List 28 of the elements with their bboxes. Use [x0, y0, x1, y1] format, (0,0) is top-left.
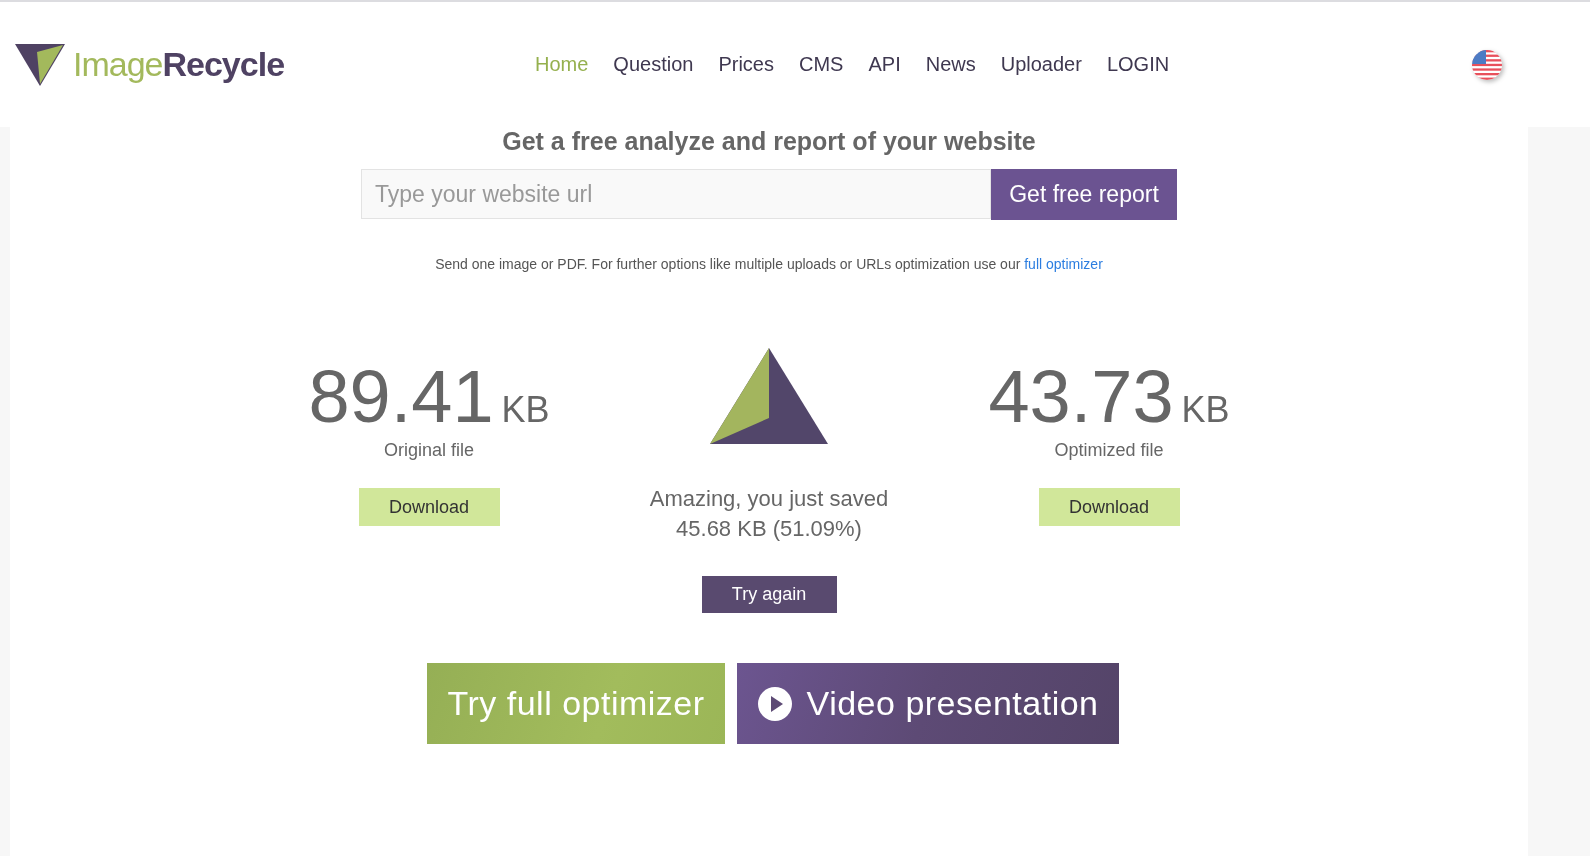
nav-link[interactable]: News — [925, 53, 976, 76]
nav-link[interactable]: API — [868, 53, 901, 76]
info-text: Send one image or PDF. For further options like multiple uploads or URLs optimization use our full optimizer — [435, 256, 1103, 272]
saved-text: Amazing, you just saved 45.68 KB (51.09%) — [649, 485, 889, 543]
download-button[interactable]: Download — [358, 488, 500, 526]
file-label: Optimized file — [1054, 440, 1164, 461]
file-size: 89.41 — [308, 362, 494, 432]
file-size: 43.73 — [988, 362, 1174, 432]
nav-link[interactable]: Uploader — [1000, 53, 1082, 76]
size-unit: KB — [501, 389, 550, 431]
triangle-logo-icon — [710, 348, 828, 444]
nav-link[interactable]: CMS — [799, 53, 844, 76]
logo-text: ImageRecycle — [73, 45, 285, 84]
get-report-button[interactable]: Get free report — [991, 169, 1177, 220]
logo-icon — [15, 43, 65, 86]
size-unit: KB — [1181, 389, 1230, 431]
nav-link[interactable]: Prices — [718, 53, 774, 76]
full-optimizer-link[interactable]: full optimizer — [1024, 256, 1103, 272]
report-title: Get a free analyze and report of your website — [502, 127, 1036, 156]
play-icon — [756, 685, 793, 722]
nav-link[interactable]: LOGIN — [1106, 53, 1170, 76]
video-button[interactable]: Video presentation — [736, 663, 1119, 744]
url-input[interactable]: Type your website url — [361, 169, 991, 219]
nav-link[interactable]: Question — [613, 53, 694, 76]
flag-icon[interactable] — [1472, 49, 1502, 80]
download-button[interactable]: Download — [1038, 488, 1180, 526]
try-again-button[interactable]: Try again — [701, 576, 837, 613]
file-label: Original file — [383, 440, 474, 461]
